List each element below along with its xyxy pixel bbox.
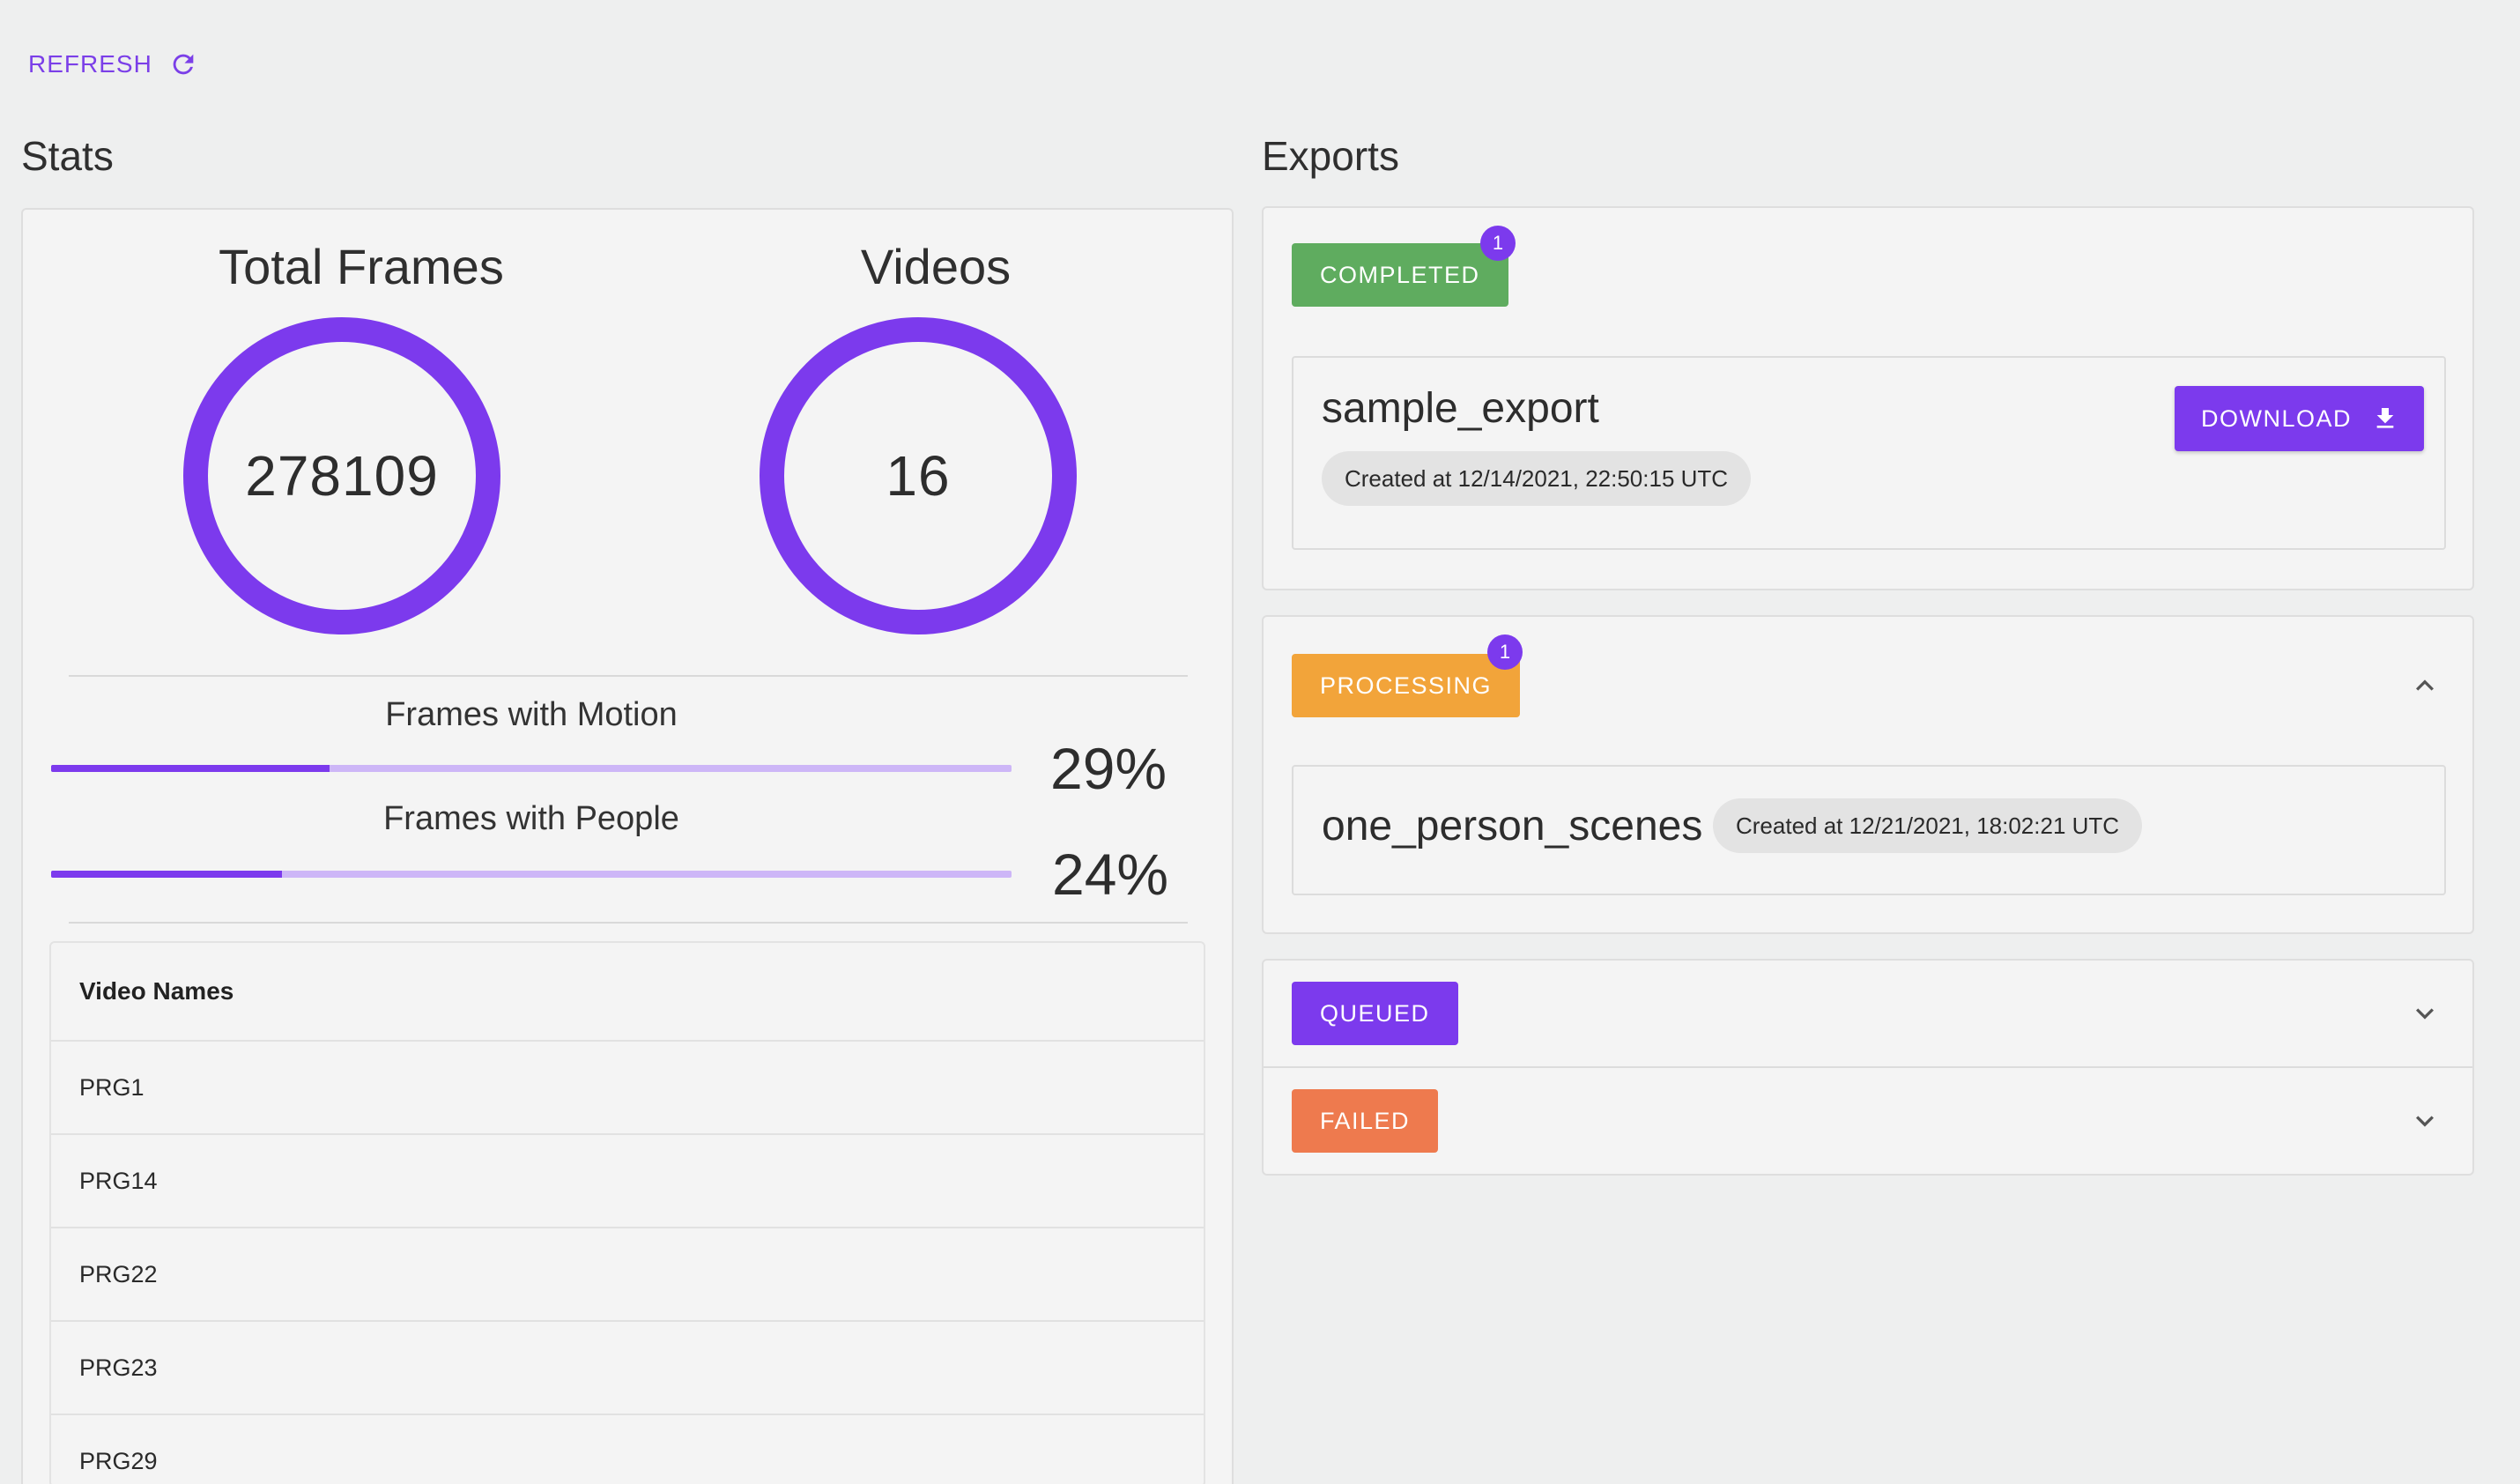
download-icon (2376, 408, 2394, 428)
refresh-label: REFRESH (28, 50, 152, 78)
processing-status-chip[interactable]: PROCESSING (1292, 654, 1521, 717)
queued-status-chip[interactable]: QUEUED (1292, 982, 1458, 1045)
chevron-up-icon[interactable] (2407, 668, 2442, 703)
download-button[interactable]: DOWNLOAD (2175, 386, 2425, 451)
motion-percent: 29% (1050, 736, 1167, 801)
export-item-sample: sample_export Created at 12/14/2021, 22:… (1292, 356, 2446, 550)
processing-label: PROCESSING (1320, 672, 1493, 699)
motion-progress-fill (51, 765, 330, 772)
processing-count-badge: 1 (1487, 634, 1523, 670)
total-frames-block: Total Frames (164, 238, 559, 295)
export-name: sample_export (1322, 385, 1599, 432)
completed-count-badge: 1 (1480, 226, 1516, 261)
page: REFRESH Stats Total Frames 278109 Videos… (0, 0, 2520, 1484)
videos-block: Videos (760, 238, 1112, 295)
table-row[interactable]: PRG23 (51, 1322, 1204, 1415)
videos-ring: 16 (760, 317, 1077, 634)
videos-label: Videos (860, 239, 1012, 294)
total-frames-ring: 278109 (183, 317, 500, 634)
download-label: DOWNLOAD (2201, 404, 2353, 432)
queued-failed-divider (1264, 1066, 2472, 1068)
video-names-table: Video Names PRG1 PRG14 PRG22 PRG23 PRG29 (49, 941, 1205, 1484)
people-percent: 24% (1052, 842, 1169, 907)
created-chip: Created at 12/21/2021, 18:02:21 UTC (1713, 798, 2143, 853)
chevron-down-icon[interactable] (2407, 996, 2442, 1031)
total-frames-label: Total Frames (219, 239, 504, 294)
export-name: one_person_scenes (1322, 803, 1703, 850)
stats-divider-bottom (69, 922, 1188, 924)
chevron-down-icon[interactable] (2407, 1103, 2442, 1139)
failed-status-chip[interactable]: FAILED (1292, 1089, 1439, 1153)
people-progress-fill (51, 871, 282, 878)
completed-label: COMPLETED (1320, 261, 1480, 288)
motion-progress-bar (51, 765, 1012, 772)
queued-failed-section: QUEUED FAILED (1262, 959, 2474, 1176)
refresh-button[interactable]: REFRESH (28, 49, 198, 79)
queued-label: QUEUED (1320, 999, 1430, 1027)
people-label: Frames with People (383, 800, 679, 837)
failed-label: FAILED (1320, 1107, 1411, 1134)
stats-title: Stats (21, 133, 114, 179)
total-frames-value: 278109 (245, 444, 439, 508)
completed-status-chip[interactable]: COMPLETED (1292, 243, 1508, 307)
table-row[interactable]: PRG22 (51, 1228, 1204, 1322)
table-row[interactable]: PRG1 (51, 1042, 1204, 1135)
export-item-one-person: one_person_scenes Created at 12/21/2021,… (1292, 765, 2446, 895)
processing-section: PROCESSING 1 one_person_scenes Created a… (1262, 615, 2474, 934)
created-chip: Created at 12/14/2021, 22:50:15 UTC (1322, 451, 1752, 506)
stats-divider-top (69, 675, 1188, 677)
table-header: Video Names (51, 943, 1204, 1042)
refresh-icon (173, 54, 194, 75)
people-progress-bar (51, 871, 1012, 878)
table-row[interactable]: PRG29 (51, 1415, 1204, 1484)
videos-value: 16 (886, 444, 951, 508)
exports-title: Exports (1262, 133, 1399, 179)
completed-section: COMPLETED 1 sample_export Created at 12/… (1262, 206, 2474, 590)
motion-label: Frames with Motion (385, 696, 678, 733)
table-row[interactable]: PRG14 (51, 1135, 1204, 1228)
